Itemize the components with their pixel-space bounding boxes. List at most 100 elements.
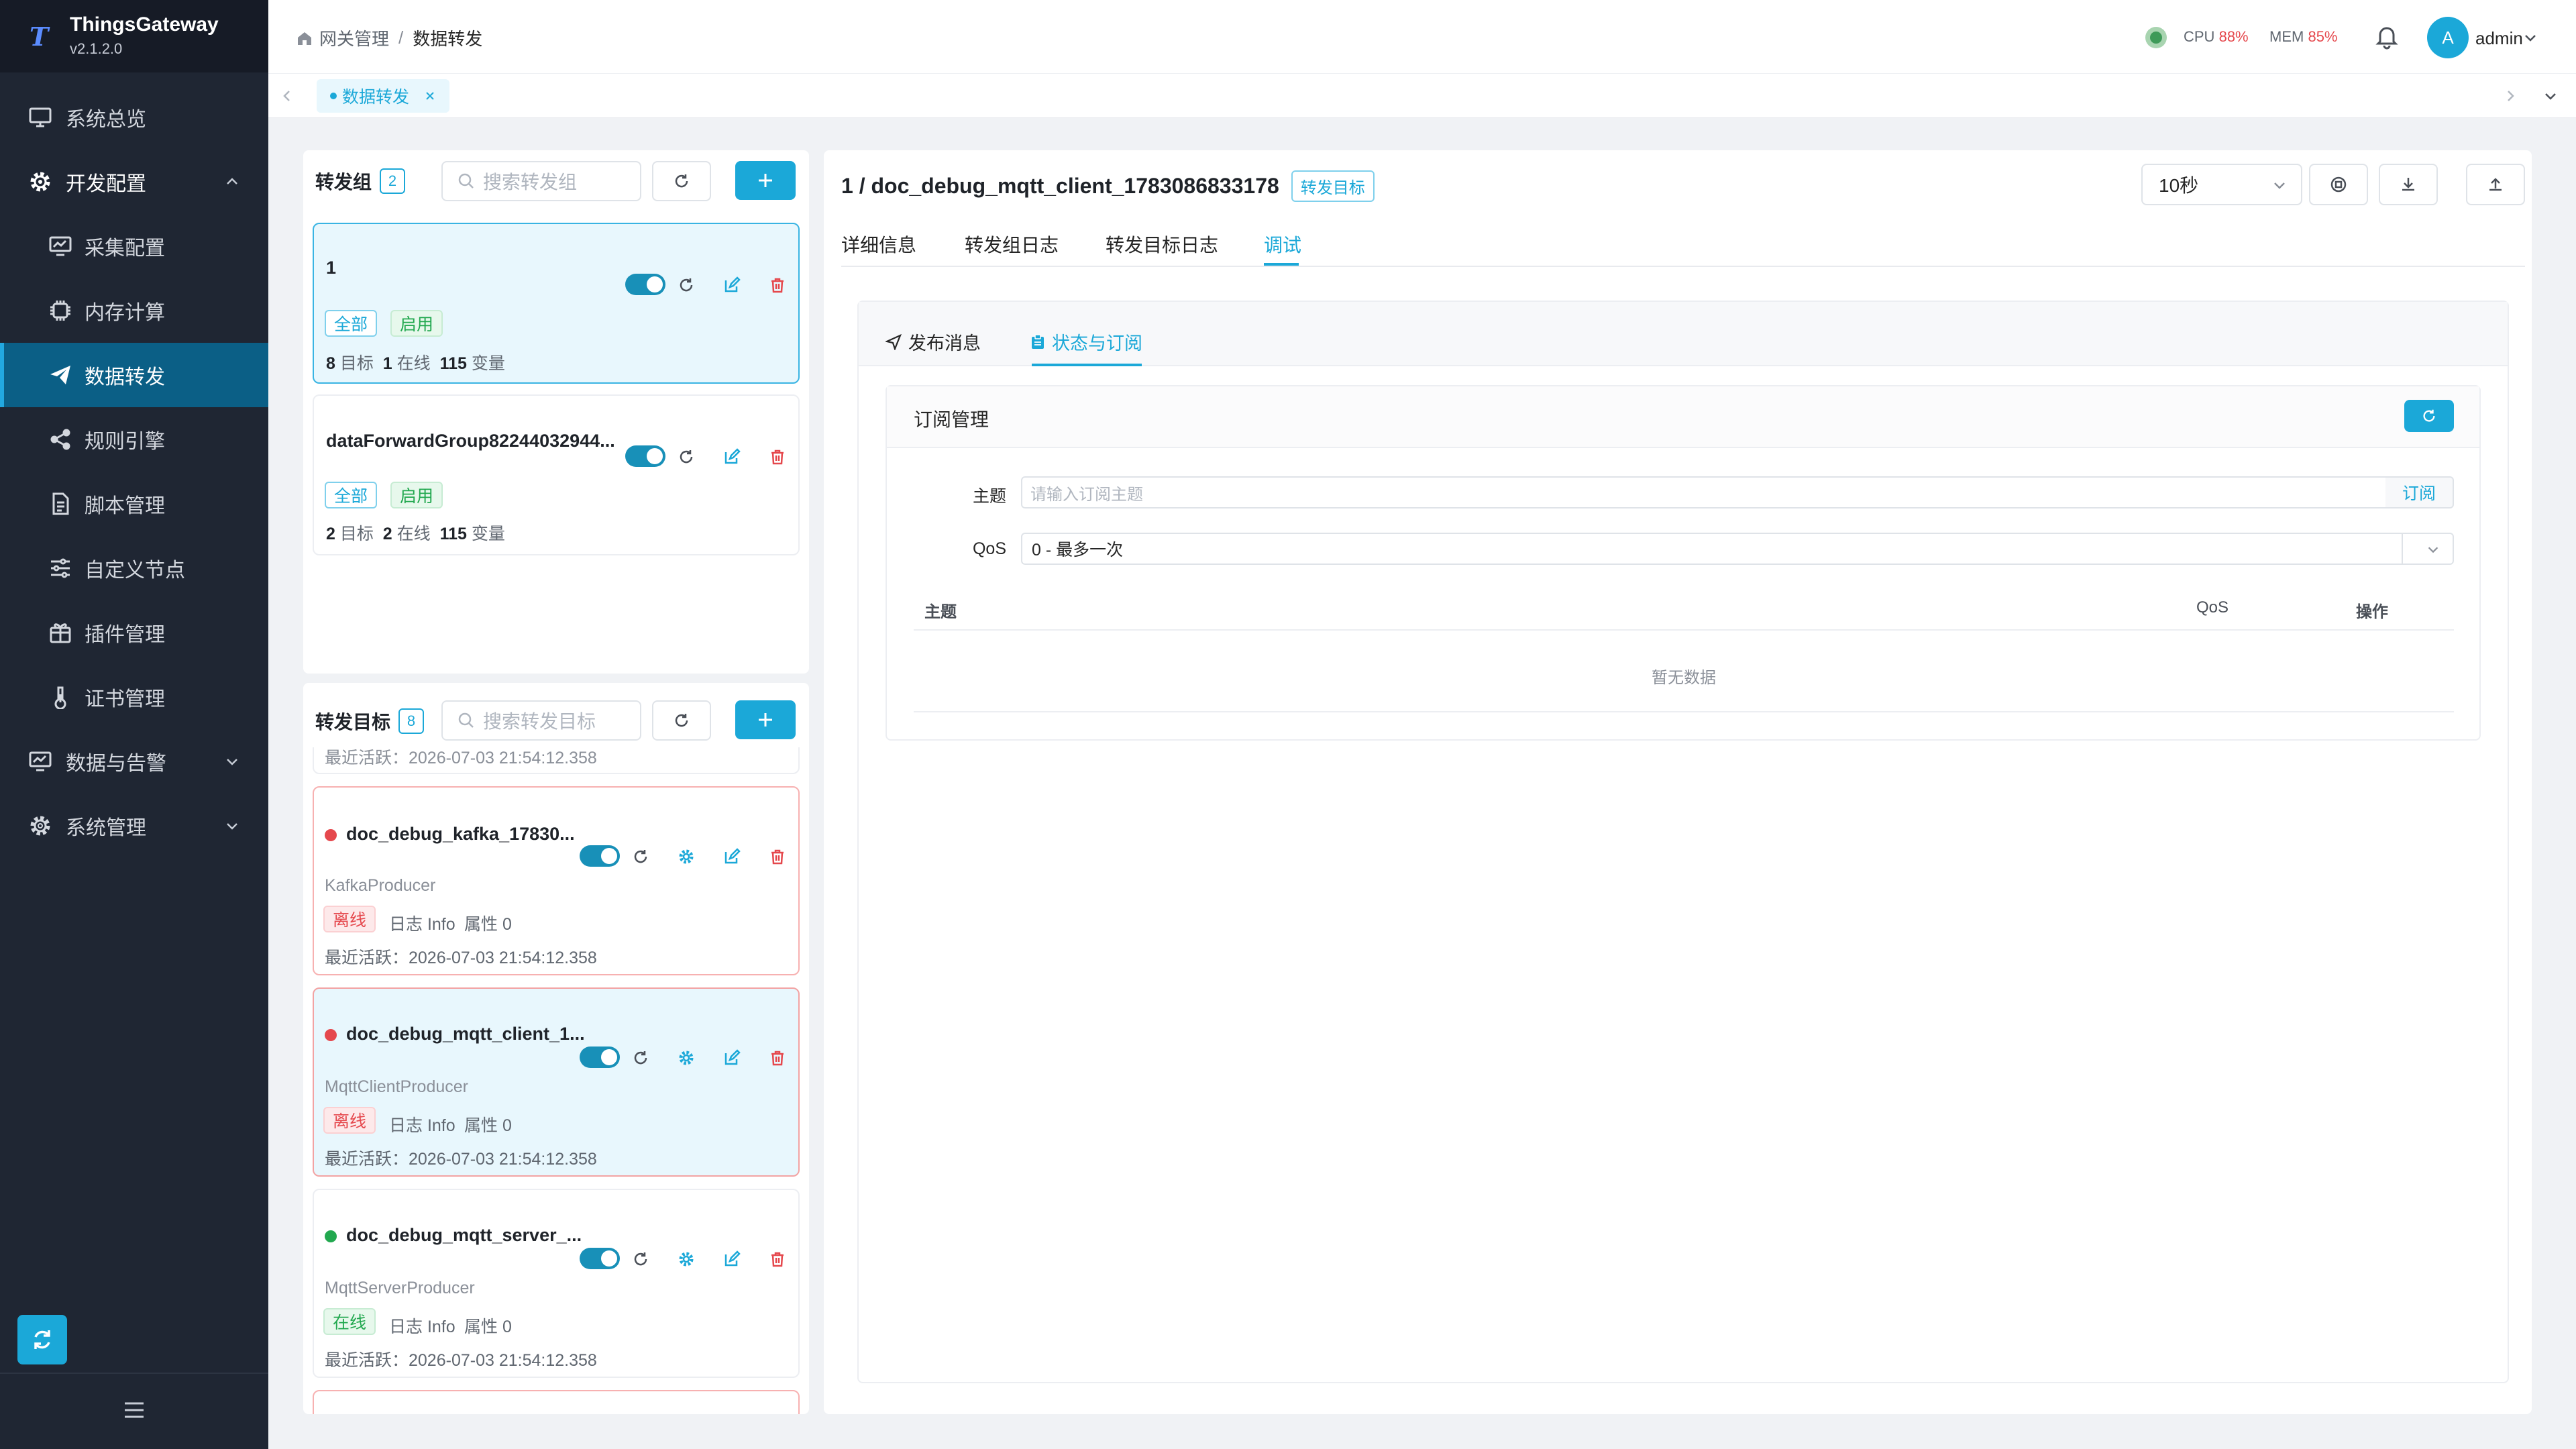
group-enable-toggle[interactable] xyxy=(625,274,665,295)
refresh-subscriptions-button[interactable] xyxy=(2404,400,2454,432)
group-card[interactable]: dataForwardGroup82244032944... 全部 启用 2 目… xyxy=(313,394,800,555)
close-icon[interactable] xyxy=(424,90,436,102)
topic-input[interactable]: 请输入订阅主题 xyxy=(1021,476,2387,508)
sidebar-item-dev-config[interactable]: 开发配置 xyxy=(0,150,268,214)
refresh-button[interactable] xyxy=(17,1315,67,1364)
chevron-down-icon[interactable] xyxy=(2522,30,2538,46)
download-button[interactable] xyxy=(2379,164,2438,205)
topic-label: 主题 xyxy=(973,487,1007,506)
edit-icon[interactable] xyxy=(723,448,741,466)
username[interactable]: admin xyxy=(2475,28,2523,49)
target-enable-toggle[interactable] xyxy=(580,1046,620,1068)
target-card-selected[interactable]: doc_debug_mqtt_client_1... MqttClientPro… xyxy=(313,987,800,1177)
target-card[interactable] xyxy=(313,1390,800,1414)
sidebar-item-custom-node[interactable]: 自定义节点 xyxy=(0,536,268,600)
bell-icon xyxy=(2373,23,2400,50)
delete-icon[interactable] xyxy=(769,1250,786,1268)
group-card[interactable]: 1 全部 启用 8 目标 1 在线 115 变量 xyxy=(313,223,800,384)
app-logo[interactable]: T ThingsGateway v2.1.2.0 xyxy=(0,0,268,72)
groups-title: 转发组 2 xyxy=(315,168,406,195)
refresh-targets-button[interactable] xyxy=(652,700,711,741)
delete-icon[interactable] xyxy=(769,448,786,466)
log-level: 日志 Info xyxy=(389,915,455,934)
last-active: 最近活跃：2026-07-03 21:54:12.358 xyxy=(325,949,597,967)
sidebar-divider xyxy=(0,1373,268,1374)
tab-debug[interactable]: 调试 xyxy=(1264,231,1301,258)
tabs-menu-chevron-icon[interactable] xyxy=(2542,88,2559,104)
subtab-publish[interactable]: 发布消息 xyxy=(885,329,981,355)
search-groups-input[interactable]: 搜索转发组 xyxy=(441,161,641,201)
sidebar-item-collect-config[interactable]: 采集配置 xyxy=(0,214,268,278)
delete-icon[interactable] xyxy=(769,1049,786,1067)
tabs-scroll-right-icon[interactable] xyxy=(2502,88,2518,104)
status-dot xyxy=(325,829,337,841)
edit-icon[interactable] xyxy=(723,1250,741,1268)
group-stats: 2 目标 2 在线 115 变量 xyxy=(326,525,505,543)
target-enable-toggle[interactable] xyxy=(580,845,620,867)
breadcrumb-item-current: 数据转发 xyxy=(413,29,483,49)
target-type: MqttServerProducer xyxy=(325,1279,475,1297)
sidebar-item-label: 规则引擎 xyxy=(85,431,165,453)
sidebar-item-script-manage[interactable]: 脚本管理 xyxy=(0,472,268,536)
sidebar-item-data-alarm[interactable]: 数据与告警 xyxy=(0,729,268,794)
last-active: 最近活跃：2026-07-03 21:54:12.358 xyxy=(325,1150,597,1169)
subtab-status-subscribe[interactable]: 状态与订阅 xyxy=(1030,329,1142,355)
delete-icon[interactable] xyxy=(769,276,786,294)
refresh-icon[interactable] xyxy=(632,1250,649,1268)
clipboard-icon xyxy=(1030,333,1045,350)
refresh-icon[interactable] xyxy=(632,1049,649,1067)
settings-icon[interactable] xyxy=(678,1250,695,1268)
tab-label: 数据转发 xyxy=(342,88,410,107)
refresh-icon[interactable] xyxy=(632,848,649,865)
tab-data-forward[interactable]: 数据转发 xyxy=(317,79,450,113)
upload-icon xyxy=(2486,175,2505,194)
refresh-groups-button[interactable] xyxy=(652,161,711,201)
target-card[interactable]: doc_debug_mqtt_server_... MqttServerProd… xyxy=(313,1189,800,1378)
settings-icon[interactable] xyxy=(678,1049,695,1067)
target-card[interactable]: doc_debug_kafka_17830... KafkaProducer 离… xyxy=(313,786,800,975)
upload-button[interactable] xyxy=(2466,164,2525,205)
status-tag: 启用 xyxy=(390,482,443,508)
edit-icon[interactable] xyxy=(723,276,741,294)
group-enable-toggle[interactable] xyxy=(625,445,665,467)
attr-count: 属性 0 xyxy=(464,1116,512,1135)
edit-icon[interactable] xyxy=(723,848,741,865)
search-targets-input[interactable]: 搜索转发目标 xyxy=(441,700,641,741)
delete-icon[interactable] xyxy=(769,848,786,865)
sidebar-item-label: 数据转发 xyxy=(85,366,165,388)
last-active: 最近活跃：2026-07-03 21:54:12.358 xyxy=(325,1351,597,1370)
tab-target-log[interactable]: 转发目标日志 xyxy=(1106,231,1218,258)
sidebar-item-plugin-manage[interactable]: 插件管理 xyxy=(0,600,268,665)
breadcrumb-item[interactable]: 网关管理 xyxy=(319,25,389,50)
add-target-button[interactable] xyxy=(735,700,796,739)
subscribe-button[interactable]: 订阅 xyxy=(2385,476,2454,508)
tab-detail-info[interactable]: 详细信息 xyxy=(841,231,916,258)
edit-icon[interactable] xyxy=(723,1049,741,1067)
refresh-icon[interactable] xyxy=(678,448,695,466)
collapse-menu-button[interactable] xyxy=(123,1401,145,1419)
sidebar-item-rule-engine[interactable]: 规则引擎 xyxy=(0,407,268,472)
status-tag: 启用 xyxy=(390,310,443,337)
notification-button[interactable] xyxy=(2373,23,2400,50)
target-enable-toggle[interactable] xyxy=(580,1248,620,1269)
qos-select[interactable]: 0 - 最多一次 xyxy=(1021,533,2454,565)
sidebar-item-system-manage[interactable]: 系统管理 xyxy=(0,794,268,858)
refresh-icon[interactable] xyxy=(678,276,695,294)
tabs-scroll-left-icon[interactable] xyxy=(279,88,295,104)
avatar[interactable]: A xyxy=(2427,17,2469,58)
sidebar-item-data-forward[interactable]: 数据转发 xyxy=(0,343,268,407)
settings-icon[interactable] xyxy=(678,848,695,865)
add-group-button[interactable] xyxy=(735,161,796,200)
sidebar-item-cert-manage[interactable]: 证书管理 xyxy=(0,665,268,729)
sidebar-item-overview[interactable]: 系统总览 xyxy=(0,85,268,150)
chart-monitor-icon xyxy=(48,234,72,258)
group-name: 1 xyxy=(326,258,337,278)
sidebar-item-memory-compute[interactable]: 内存计算 xyxy=(0,278,268,343)
attr-count: 属性 0 xyxy=(464,915,512,934)
targets-list[interactable]: 最近活跃：2026-07-03 21:54:12.358 doc_debug_k… xyxy=(303,747,809,1414)
tab-group-log[interactable]: 转发组日志 xyxy=(965,231,1059,258)
interval-select[interactable]: 10秒 xyxy=(2141,164,2302,205)
thingsgateway-logo-icon: T xyxy=(27,23,54,50)
stop-button[interactable] xyxy=(2309,164,2368,205)
target-card[interactable]: 最近活跃：2026-07-03 21:54:12.358 xyxy=(313,747,800,774)
